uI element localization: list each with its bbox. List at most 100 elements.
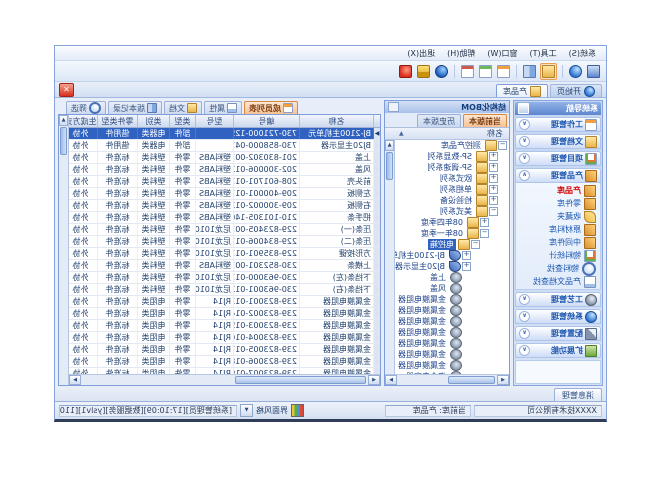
doc-tab-产品库[interactable]: 产品库 — [496, 84, 548, 97]
table-row[interactable]: 右侧板209-300002-012塑料ABS零件塑料类标准件外协条 — [69, 200, 380, 212]
chevron-up-icon[interactable]: ∧ — [519, 170, 530, 181]
sidebar-group-header-工作管理[interactable]: 工作管理∨ — [515, 117, 601, 132]
collapse-minus-icon[interactable]: − — [471, 240, 480, 249]
table-row[interactable]: 压条(一)229-823405-001尼龙1010零件塑料类标准件外协条 — [69, 224, 380, 236]
toolbar-button-list-view-3[interactable] — [460, 64, 475, 79]
table-row[interactable]: 金属膜电阻器239-823003-015RJ14零件电阻类标准件外协条 — [69, 320, 380, 332]
sidebar-item-产品文档查找[interactable]: 产品文档查找 — [516, 275, 600, 288]
doc-tab-开始页[interactable]: 开始页 — [550, 84, 602, 97]
scroll-track[interactable] — [397, 375, 497, 385]
toolbar-button-list-view-2[interactable] — [478, 64, 493, 79]
table-row[interactable]: 压条(二)229-834006-011尼龙1010零件塑料类标准件外协条 — [69, 236, 380, 248]
table-tab-文档[interactable]: 文档 — [164, 101, 202, 114]
tree-node-SP-数显系列[interactable]: +SP-数显系列 — [395, 151, 509, 162]
table-tab-成员列表[interactable]: 成员列表 — [244, 101, 298, 114]
table-row[interactable]: 金属膜电阻器239-823005-017RJ14零件电阻类标准件外协条 — [69, 344, 380, 356]
tree-column-header[interactable]: 名称 ▲ — [385, 128, 509, 140]
collapse-minus-icon[interactable]: − — [498, 141, 507, 150]
tree-node-金属膜电阻器[interactable]: 金属膜电阻器 — [395, 349, 509, 360]
tree-node-BJ-2100主机单元[interactable]: +BJ-2100主机单元 — [395, 250, 509, 261]
chevron-down-icon[interactable]: ∨ — [519, 153, 530, 164]
table-tab-版本记录[interactable]: 版本记录 — [108, 101, 162, 114]
sidebar-group-header-工艺管理[interactable]: 工艺管理∨ — [515, 292, 601, 307]
tree-node-风盖[interactable]: 风盖 — [395, 283, 509, 294]
chevron-down-icon[interactable]: ∨ — [519, 311, 530, 322]
collapse-minus-icon[interactable]: − — [480, 229, 489, 238]
menu-item[interactable]: 工具(T) — [524, 48, 563, 59]
toolbar-button-exit[interactable] — [398, 64, 413, 79]
table-row[interactable]: 方形按键229-835901-011尼龙1010零件塑料类标准件外协条 — [69, 248, 380, 260]
expand-plus-icon[interactable]: + — [489, 174, 498, 183]
scroll-right-icon[interactable]: ▶ — [385, 375, 397, 385]
tree-vertical-scrollbar[interactable]: ▲ — [385, 140, 395, 374]
chevron-down-icon[interactable]: ∨ — [519, 136, 530, 147]
table-tab-筛选[interactable]: 筛选 — [66, 101, 106, 114]
table-row[interactable]: 左侧板209-400001-011塑料ABS零件塑料类标准件外协条 — [69, 188, 380, 200]
chevron-down-icon[interactable]: ∨ — [519, 294, 530, 305]
sidebar-group-header-文档管理[interactable]: 文档管理∨ — [515, 134, 601, 149]
scroll-right-icon[interactable]: ▶ — [69, 375, 81, 385]
tree-node-SP-调速系列[interactable]: +SP-调速系列 — [395, 162, 509, 173]
chevron-down-icon[interactable]: ∨ — [519, 345, 530, 356]
expand-plus-icon[interactable]: + — [462, 262, 471, 271]
scroll-thumb[interactable] — [235, 376, 366, 384]
toolbar-button-list-view-1[interactable] — [496, 64, 511, 79]
tree-node-上盖[interactable]: 上盖 — [395, 272, 509, 283]
close-tab-button[interactable]: ✕ — [59, 83, 74, 97]
tree-panel-pin-icon[interactable] — [388, 102, 399, 112]
tree-tab-历史版本[interactable]: 历史版本 — [417, 114, 461, 127]
table-row[interactable]: 上盖201-830302-001塑料ABS零件塑料类标准件外协条 — [69, 152, 380, 164]
menu-item[interactable]: 窗口(W) — [481, 48, 523, 59]
sidebar-group-header-扩展功能[interactable]: 扩展功能∨ — [515, 343, 601, 358]
tree-node-08年一季度[interactable]: −08年一季度 — [395, 228, 509, 239]
menu-item[interactable]: 系统(S) — [563, 48, 602, 59]
sidebar-item-收藏夹[interactable]: 收藏夹 — [516, 210, 600, 223]
collapse-minus-icon[interactable]: − — [489, 207, 498, 216]
sidebar-item-零件库[interactable]: 零件库 — [516, 197, 600, 210]
tree-tab-当前版本[interactable]: 当前版本 — [463, 114, 507, 127]
scroll-thumb[interactable] — [448, 376, 495, 384]
table-row[interactable]: 把手条210-101305-140塑料ABS零件塑料类标准件外协条 — [69, 212, 380, 224]
table-row[interactable]: 下挡条(左)230-963000-011尼龙1010零件塑料类标准件外协条 — [69, 272, 380, 284]
column-header-类型[interactable]: 类型 — [169, 115, 195, 127]
sidebar-group-header-配置管理[interactable]: 配置管理∨ — [515, 326, 601, 341]
expand-plus-icon[interactable]: + — [489, 196, 498, 205]
toolbar-button-open-library[interactable] — [540, 63, 557, 80]
tree-node-欧式系列[interactable]: +欧式系列 — [395, 173, 509, 184]
expand-plus-icon[interactable]: + — [489, 163, 498, 172]
toolbar-button-lock[interactable] — [416, 64, 431, 79]
scroll-track[interactable] — [81, 375, 368, 385]
tree-node-金属膜电阻器[interactable]: 金属膜电阻器 — [395, 327, 509, 338]
sidebar-group-header-产品管理[interactable]: 产品管理∧ — [515, 168, 601, 183]
sidebar-item-物料统计[interactable]: 物料统计 — [516, 249, 600, 262]
expand-plus-icon[interactable]: + — [480, 218, 489, 227]
pin-icon[interactable] — [518, 103, 529, 114]
tree-node-检验设备[interactable]: +检验设备 — [395, 195, 509, 206]
sidebar-group-header-系统管理[interactable]: 系统管理∨ — [515, 309, 601, 324]
toolbar-button-window-tiles[interactable] — [522, 64, 537, 79]
tree-node-金属膜电阻器[interactable]: 金属膜电阻器 — [395, 305, 509, 316]
scroll-up-icon[interactable]: ▲ — [59, 115, 68, 126]
column-header-型号[interactable]: 型号 — [195, 115, 233, 127]
tree-node-金属膜电阻器[interactable]: 金属膜电阻器 — [395, 360, 509, 371]
table-row[interactable]: 下挡条(右)230-963001-012尼龙1010零件塑料类标准件外协条 — [69, 284, 380, 296]
table-row[interactable]: 上横条230-852301-001塑料ABS零件塑料类标准件外协条 — [69, 260, 380, 272]
chevron-down-icon[interactable]: ∨ — [519, 119, 530, 130]
table-row[interactable]: 金属膜电阻器239-823001-013RJ14零件电阻类标准件外协条 — [69, 296, 380, 308]
tree-node-金属膜电阻器[interactable]: 金属膜电阻器 — [395, 316, 509, 327]
tree-node-单相系列[interactable]: +单相系列 — [395, 184, 509, 195]
sidebar-item-中间件库[interactable]: 中间件库 — [516, 236, 600, 249]
table-tab-属性[interactable]: 属性 — [204, 101, 242, 114]
expand-plus-icon[interactable]: + — [462, 251, 471, 260]
tree-node-08年四季度[interactable]: +08年四季度 — [395, 217, 509, 228]
tree-node-电控箱[interactable]: −电控箱 — [395, 239, 509, 250]
tree-node-测控产品库[interactable]: −测控产品库 — [395, 140, 509, 151]
table-row[interactable]: 金属膜电阻器239-823006-018RJ14零件电阻类标准件外协条 — [69, 356, 380, 368]
table-row[interactable]: 金属膜电阻器239-823004-016RJ14零件电阻类标准件外协条 — [69, 332, 380, 344]
sidebar-item-产品库[interactable]: 产品库 — [516, 184, 600, 197]
scroll-left-icon[interactable]: ◀ — [368, 375, 380, 385]
tree-node-金属膜电阻器[interactable]: 金属膜电阻器 — [395, 294, 509, 305]
style-dropdown-button[interactable]: ▼ — [240, 404, 253, 417]
tree-node-瓷介电容器[interactable]: 瓷介电容器 — [395, 371, 509, 374]
table-row[interactable]: 前头壳208-601701-011塑料ABS零件塑料类标准件外协条 — [69, 176, 380, 188]
